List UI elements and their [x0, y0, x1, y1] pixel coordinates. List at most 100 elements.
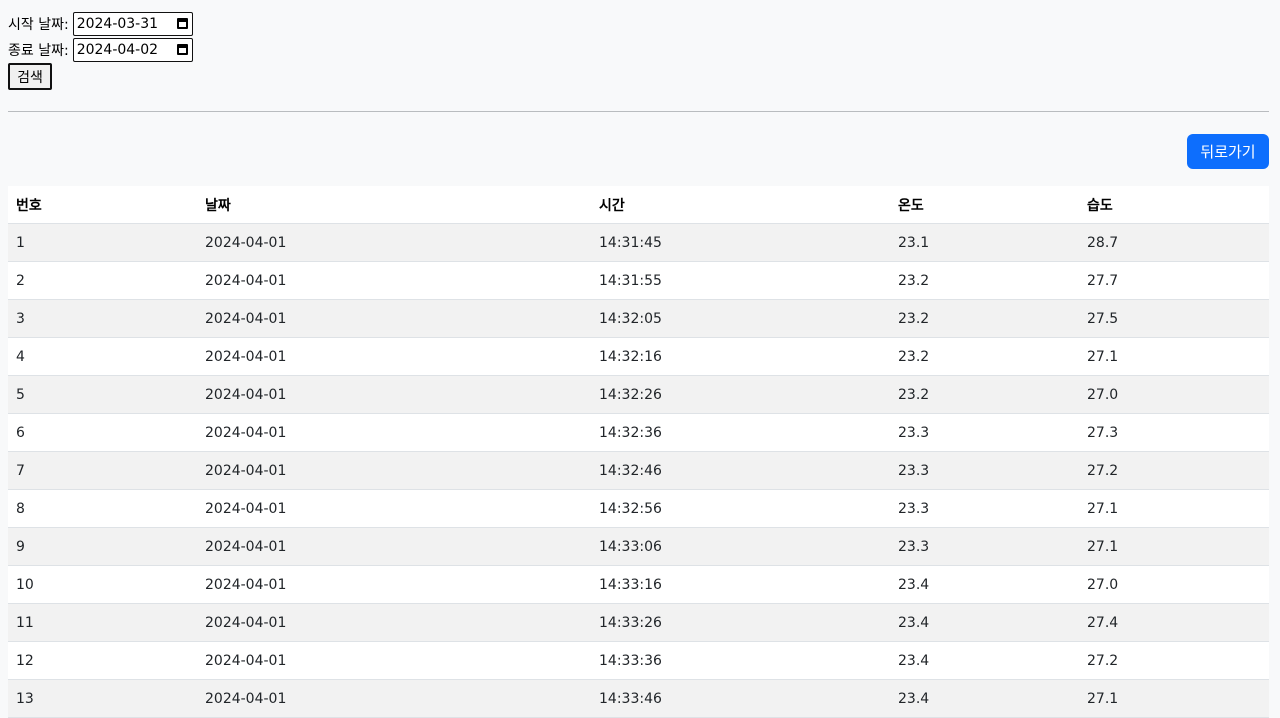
cell-date: 2024-04-01: [197, 603, 591, 642]
cell-number: 9: [8, 527, 197, 566]
cell-humidity: 27.1: [1079, 337, 1269, 376]
table-row: 4 2024-04-01 14:32:16 23.2 27.1: [8, 337, 1269, 376]
cell-temperature: 23.2: [890, 375, 1079, 414]
cell-number: 13: [8, 679, 197, 718]
cell-humidity: 28.7: [1079, 223, 1269, 262]
table-row: 10 2024-04-01 14:33:16 23.4 27.0: [8, 565, 1269, 604]
table-row: 5 2024-04-01 14:32:26 23.2 27.0: [8, 375, 1269, 414]
table-row: 3 2024-04-01 14:32:05 23.2 27.5: [8, 299, 1269, 338]
cell-temperature: 23.4: [890, 679, 1079, 718]
cell-humidity: 27.7: [1079, 261, 1269, 300]
header-number: 번호: [8, 186, 197, 224]
cell-number: 12: [8, 641, 197, 680]
cell-date: 2024-04-01: [197, 337, 591, 376]
divider: [8, 111, 1269, 112]
header-temperature: 온도: [890, 186, 1079, 224]
header-date: 날짜: [197, 186, 591, 224]
cell-time: 14:32:46: [591, 451, 890, 490]
cell-time: 14:33:46: [591, 679, 890, 718]
table-row: 1 2024-04-01 14:31:45 23.1 28.7: [8, 223, 1269, 262]
cell-temperature: 23.4: [890, 641, 1079, 680]
cell-humidity: 27.4: [1079, 603, 1269, 642]
cell-date: 2024-04-01: [197, 565, 591, 604]
data-table-container: 번호 날짜 시간 온도 습도 1 2024-04-01 14:31:45 23.1 28…: [8, 186, 1269, 718]
cell-time: 14:32:16: [591, 337, 890, 376]
cell-time: 14:32:56: [591, 489, 890, 528]
cell-humidity: 27.1: [1079, 489, 1269, 528]
cell-date: 2024-04-01: [197, 489, 591, 528]
cell-temperature: 23.4: [890, 565, 1079, 604]
table-row: 6 2024-04-01 14:32:36 23.3 27.3: [8, 413, 1269, 452]
cell-number: 11: [8, 603, 197, 642]
cell-temperature: 23.3: [890, 451, 1079, 490]
cell-humidity: 27.0: [1079, 565, 1269, 604]
cell-time: 14:31:55: [591, 261, 890, 300]
start-date-input[interactable]: 2024-03-31: [72, 11, 193, 36]
cell-temperature: 23.3: [890, 489, 1079, 528]
table-row: 8 2024-04-01 14:32:56 23.3 27.1: [8, 489, 1269, 528]
start-date-row: 시작 날짜: 2024-03-31: [8, 11, 193, 36]
cell-temperature: 23.2: [890, 337, 1079, 376]
cell-date: 2024-04-01: [197, 375, 591, 414]
cell-humidity: 27.3: [1079, 413, 1269, 452]
cell-humidity: 27.5: [1079, 299, 1269, 338]
cell-humidity: 27.1: [1079, 679, 1269, 718]
date-filter-form: 시작 날짜: 2024-03-31 종료 날짜: 2024-04-02 검색: [8, 11, 193, 90]
search-button[interactable]: 검색: [8, 63, 52, 90]
cell-temperature: 23.4: [890, 603, 1079, 642]
table-row: 2 2024-04-01 14:31:55 23.2 27.7: [8, 261, 1269, 300]
cell-humidity: 27.2: [1079, 641, 1269, 680]
header-humidity: 습도: [1079, 186, 1269, 224]
end-date-label: 종료 날짜:: [8, 42, 69, 59]
cell-number: 4: [8, 337, 197, 376]
table-body: 1 2024-04-01 14:31:45 23.1 28.7 2 2024-04-01 14…: [8, 223, 1269, 718]
cell-time: 14:31:45: [591, 223, 890, 262]
start-date-value: 2024-03-31: [76, 15, 159, 32]
calendar-icon[interactable]: [176, 18, 188, 29]
cell-temperature: 23.3: [890, 527, 1079, 566]
cell-number: 3: [8, 299, 197, 338]
cell-number: 2: [8, 261, 197, 300]
cell-number: 10: [8, 565, 197, 604]
cell-number: 5: [8, 375, 197, 414]
end-date-input[interactable]: 2024-04-02: [72, 37, 193, 62]
cell-time: 14:33:26: [591, 603, 890, 642]
cell-number: 1: [8, 223, 197, 262]
cell-date: 2024-04-01: [197, 413, 591, 452]
cell-date: 2024-04-01: [197, 223, 591, 262]
cell-time: 14:32:26: [591, 375, 890, 414]
table-row: 7 2024-04-01 14:32:46 23.3 27.2: [8, 451, 1269, 490]
cell-temperature: 23.3: [890, 413, 1079, 452]
cell-date: 2024-04-01: [197, 451, 591, 490]
data-table: 번호 날짜 시간 온도 습도 1 2024-04-01 14:31:45 23.1 28…: [8, 186, 1269, 718]
cell-humidity: 27.2: [1079, 451, 1269, 490]
cell-date: 2024-04-01: [197, 261, 591, 300]
cell-date: 2024-04-01: [197, 679, 591, 718]
start-date-label: 시작 날짜:: [8, 16, 69, 33]
cell-date: 2024-04-01: [197, 641, 591, 680]
cell-time: 14:32:05: [591, 299, 890, 338]
cell-number: 7: [8, 451, 197, 490]
calendar-icon[interactable]: [176, 44, 188, 55]
header-time: 시간: [591, 186, 890, 224]
end-date-row: 종료 날짜: 2024-04-02: [8, 37, 193, 62]
cell-date: 2024-04-01: [197, 299, 591, 338]
cell-time: 14:32:36: [591, 413, 890, 452]
table-row: 13 2024-04-01 14:33:46 23.4 27.1: [8, 679, 1269, 718]
table-row: 9 2024-04-01 14:33:06 23.3 27.1: [8, 527, 1269, 566]
cell-number: 8: [8, 489, 197, 528]
cell-time: 14:33:16: [591, 565, 890, 604]
table-row: 11 2024-04-01 14:33:26 23.4 27.4: [8, 603, 1269, 642]
cell-temperature: 23.1: [890, 223, 1079, 262]
table-row: 12 2024-04-01 14:33:36 23.4 27.2: [8, 641, 1269, 680]
back-button[interactable]: 뒤로가기: [1187, 134, 1269, 169]
cell-time: 14:33:36: [591, 641, 890, 680]
cell-temperature: 23.2: [890, 261, 1079, 300]
end-date-value: 2024-04-02: [76, 41, 159, 58]
cell-number: 6: [8, 413, 197, 452]
cell-date: 2024-04-01: [197, 527, 591, 566]
cell-humidity: 27.1: [1079, 527, 1269, 566]
table-header-row: 번호 날짜 시간 온도 습도: [8, 186, 1269, 224]
cell-humidity: 27.0: [1079, 375, 1269, 414]
cell-temperature: 23.2: [890, 299, 1079, 338]
